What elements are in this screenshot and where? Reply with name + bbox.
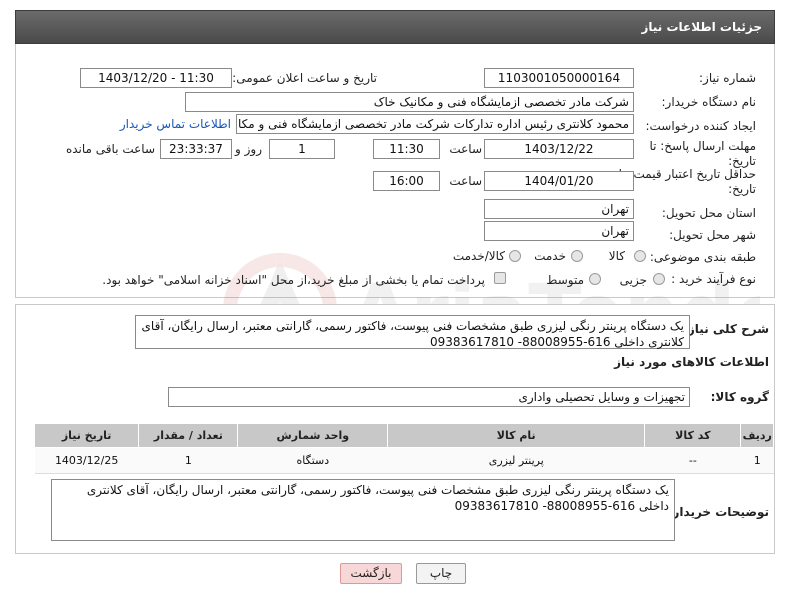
price-time-field: 16:00 — [373, 171, 440, 191]
category-radio-goods[interactable] — [634, 250, 646, 262]
purchase-radio-medium[interactable] — [589, 273, 601, 285]
general-desc-field: یک دستگاه پرینتر رنگی لیزری طبق مشخصات ف… — [135, 315, 690, 349]
buyer-org-label: نام دستگاه خریدار: — [661, 95, 757, 109]
remaining-time-field: 23:33:37 — [160, 139, 232, 159]
announce-datetime-field: 1403/12/20 - 11:30 — [80, 68, 232, 88]
category-option-service: خدمت — [534, 249, 566, 263]
category-option-goods: کالا — [608, 249, 625, 263]
col-header-row-no: ردیف — [740, 423, 774, 448]
buyer-contact-link[interactable]: اطلاعات تماس خریدار — [120, 117, 231, 131]
province-label: استان محل تحویل: — [661, 206, 756, 220]
city-field: تهران — [484, 221, 634, 241]
purchase-option-medium: متوسط — [546, 273, 584, 287]
purchase-radio-minor[interactable] — [653, 273, 665, 285]
goods-info-title: اطلاعات کالاهای مورد نیاز — [614, 355, 769, 369]
cell-row-no: 1 — [740, 447, 774, 474]
need-number-field: 1103001050000164 — [484, 68, 634, 88]
col-header-need-date: تاریخ نیاز — [33, 423, 140, 448]
purchase-option-minor: جزیی — [619, 273, 647, 287]
reply-date-field: 1403/12/22 — [484, 139, 634, 159]
print-button[interactable]: چاپ — [416, 563, 466, 584]
category-label: طبقه بندی موضوعی: — [649, 250, 756, 264]
reply-deadline-label: مهلت ارسال پاسخ: تا تاریخ: — [649, 139, 756, 168]
buyer-org-field: شرکت مادر تخصصی ازمایشگاه فنی و مکانیک خ… — [185, 92, 634, 112]
price-time-label: ساعت — [449, 174, 482, 188]
col-header-quantity: تعداد / مقدار — [138, 423, 239, 448]
province-field: تهران — [484, 199, 634, 219]
header-bar: جزئیات اطلاعات نیاز — [15, 10, 775, 44]
days-label: روز و — [235, 142, 262, 156]
buyer-notes-label: توضیحات خریدار: — [667, 505, 769, 519]
goods-group-label: گروه کالا: — [710, 390, 769, 404]
general-desc-label: شرح کلی نیاز: — [683, 322, 769, 336]
goods-table: ردیف کد کالا نام کالا واحد شمارش تعداد /… — [33, 423, 774, 474]
col-header-name: نام کالا — [387, 423, 646, 448]
purchase-type-label: نوع فرآیند خرید : — [671, 272, 756, 286]
price-validity-label: حداقل تاریخ اعتبار قیمت: تا تاریخ: — [618, 167, 756, 196]
days-remaining-field: 1 — [269, 139, 335, 159]
col-header-code: کد کالا — [644, 423, 742, 448]
city-label: شهر محل تحویل: — [669, 228, 756, 242]
price-date-field: 1404/01/20 — [484, 171, 634, 191]
cell-need-date: 1403/12/25 — [34, 447, 139, 474]
cell-code: -- — [644, 447, 741, 474]
category-option-goods-service: کالا/خدمت — [452, 249, 505, 263]
remaining-label: ساعت باقی مانده — [65, 142, 155, 156]
category-radio-goods-service[interactable] — [509, 250, 521, 262]
page-title: جزئیات اطلاعات نیاز — [641, 20, 762, 34]
reply-time-field: 11:30 — [373, 139, 440, 159]
cell-quantity: 1 — [138, 447, 238, 474]
col-header-unit: واحد شمارش — [237, 423, 389, 448]
back-button[interactable]: بازگشت — [340, 563, 402, 584]
treasury-payment-note: پرداخت تمام یا بخشی از مبلغ خرید،از محل … — [102, 273, 485, 287]
need-number-label: شماره نیاز: — [699, 71, 756, 85]
requester-label: ایجاد کننده درخواست: — [645, 119, 756, 133]
table-row: 1 -- پرینتر لیزری دستگاه 1 1403/12/25 — [34, 447, 774, 474]
cell-name: پرینتر لیزری — [387, 447, 645, 474]
requester-field: محمود کلانتری رئیس اداره تداركات شركت ما… — [236, 114, 634, 134]
cell-unit: دستگاه — [237, 447, 388, 474]
reply-time-label: ساعت — [449, 142, 482, 156]
treasury-payment-checkbox[interactable] — [494, 272, 506, 284]
category-radio-service[interactable] — [571, 250, 583, 262]
goods-group-field: تجهیزات و وسایل تحصیلی واداری — [168, 387, 690, 407]
announce-label: تاریخ و ساعت اعلان عمومی: — [232, 71, 377, 85]
buyer-notes-field: یک دستگاه پرینتر رنگی لیزری طبق مشخصات ف… — [51, 479, 675, 541]
